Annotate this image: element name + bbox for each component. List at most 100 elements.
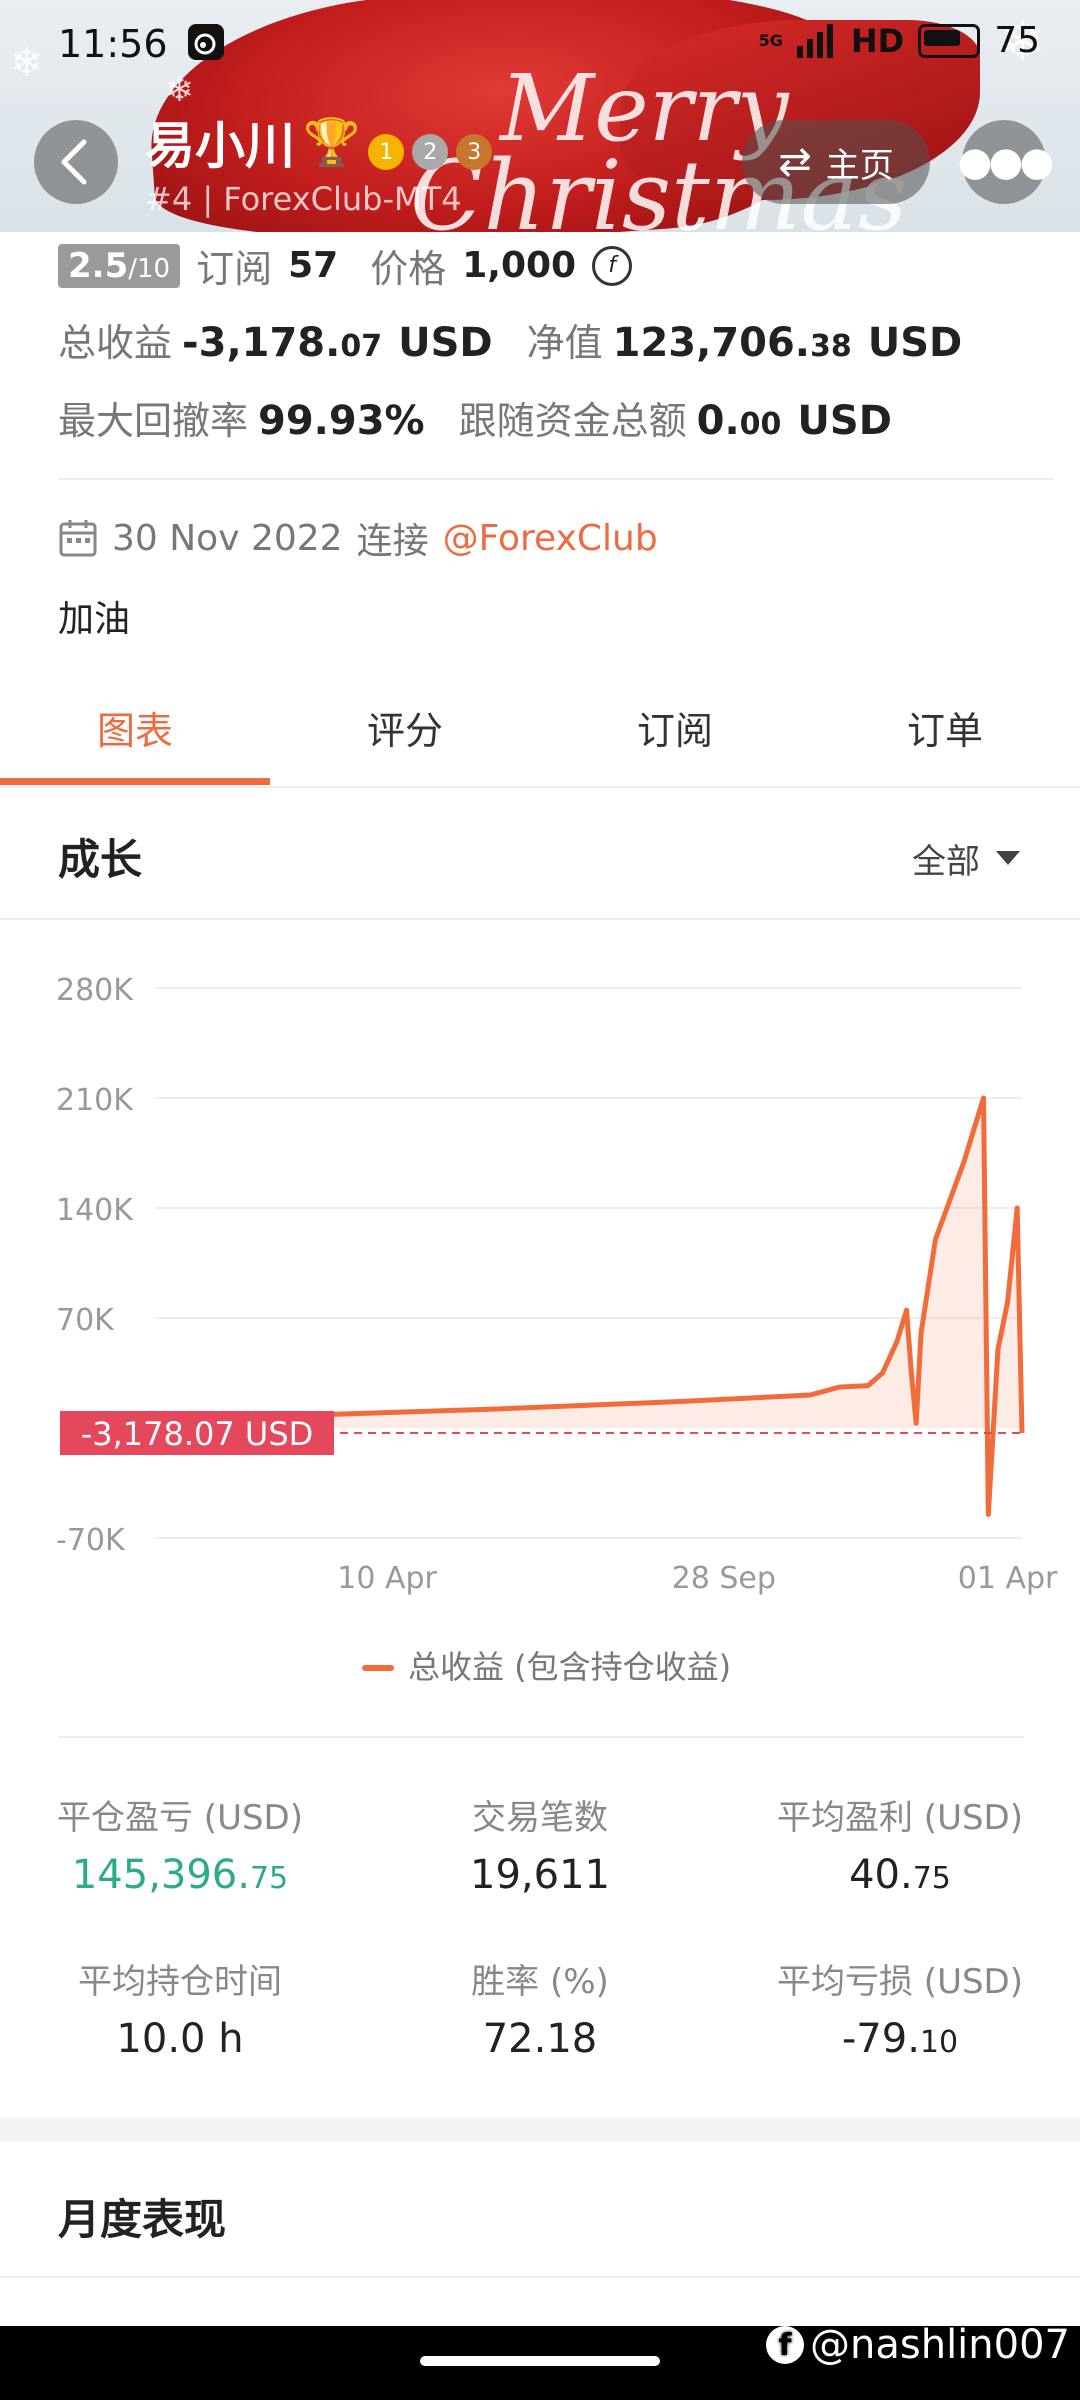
growth-title: 成长 <box>58 835 143 884</box>
legend-swatch <box>362 1665 394 1671</box>
hd-indicator: HD <box>850 21 905 60</box>
stat-value-main: 72.18 <box>482 2016 598 2062</box>
monthly-title: 月度表现 <box>58 2195 227 2244</box>
follow-decimals: 00 <box>739 407 782 442</box>
status-time: 11:56 <box>58 22 168 66</box>
status-indicators: 5G HD 75 <box>759 20 1040 61</box>
subscribe-label: 订阅 <box>196 247 273 291</box>
chevron-left-icon <box>61 139 87 185</box>
stat-value-decimals: 75 <box>249 1861 289 1896</box>
watermark: f @nashlin007 <box>766 2322 1070 2368</box>
rating-row: 2.5/10 订阅 57 价格 1,000 f <box>58 238 633 293</box>
x-tick-label: 28 Sep <box>672 1561 776 1596</box>
rating-max: /10 <box>128 253 171 284</box>
price-value: 1,000 <box>462 245 577 286</box>
stat-value: 19,611 <box>360 1852 720 1898</box>
stat-value: 145,396.75 <box>0 1852 360 1898</box>
price-label: 价格 <box>370 247 447 291</box>
stat-value-main: 145,396. <box>71 1852 250 1898</box>
stat-label: 平均亏损 (USD) <box>777 1962 1023 2002</box>
gold-medal-icon: 1 <box>368 134 405 170</box>
y-tick-label: 210K <box>56 1083 134 1118</box>
follow-main: 0. <box>696 398 740 444</box>
stat-value-main: 10.0 h <box>116 2016 244 2062</box>
equity-value: 123,706.38 <box>613 320 852 366</box>
weibo-notification-icon <box>188 24 224 60</box>
monthly-divider <box>0 2276 1080 2278</box>
connection-date: 30 Nov 2022 <box>112 517 343 559</box>
more-button[interactable]: ●●● <box>958 120 1054 204</box>
legend-label: 总收益 (包含持仓收益) <box>408 1648 731 1686</box>
battery-icon <box>918 23 981 58</box>
stat-value-decimals: 75 <box>912 1861 951 1896</box>
period-filter-label: 全部 <box>912 842 980 882</box>
broker-link[interactable]: @ForexClub <box>443 518 658 559</box>
trophy-icon: 🏆 <box>303 114 361 169</box>
home-indicator[interactable] <box>420 2356 660 2366</box>
total-profit-label: 总收益 <box>58 321 173 365</box>
y-tick-label: 140K <box>56 1193 134 1228</box>
drawdown-label: 最大回撤率 <box>58 399 249 443</box>
divider <box>58 478 1054 480</box>
trader-name-row: 易小川 🏆 1 2 3 <box>145 106 493 178</box>
stat-value: 40.75 <box>720 1852 1080 1898</box>
stat-label: 胜率 (%) <box>471 1962 609 2002</box>
section-spacer <box>0 2118 1080 2142</box>
stat-value-main: -79. <box>841 2016 920 2062</box>
equity-decimals: 38 <box>810 329 852 364</box>
trader-name: 易小川 <box>145 117 295 175</box>
follow-unit: USD <box>797 398 892 444</box>
total-profit-value: -3,178.07 <box>182 320 382 366</box>
stat-label: 平均持仓时间 <box>78 1962 282 2002</box>
stat-label: 交易笔数 <box>472 1798 608 1838</box>
bronze-medal-icon: 3 <box>456 134 493 170</box>
y-tick-label: -70K <box>56 1523 126 1558</box>
caret-down-icon <box>996 850 1020 865</box>
tab-rating[interactable]: 评分 <box>270 700 540 755</box>
total-profit-unit: USD <box>398 320 493 366</box>
trader-motto: 加油 <box>58 599 131 640</box>
home-button[interactable]: ⇄ 主页 <box>742 120 930 204</box>
back-button[interactable] <box>34 120 118 204</box>
profit-equity-row: 总收益 -3,178.07 USD 净值 123,706.38 USD <box>58 312 962 367</box>
network-type: 5G <box>758 31 783 50</box>
drawdown-value: 99.93% <box>258 398 425 444</box>
stat-value: -79.10 <box>720 2016 1080 2062</box>
rating-value: 2.5 <box>68 245 129 286</box>
tab-subscriptions[interactable]: 订阅 <box>540 700 810 755</box>
subscribe-count: 57 <box>288 245 339 286</box>
silver-medal-icon: 2 <box>412 134 449 170</box>
stat-value: 72.18 <box>360 2016 720 2062</box>
y-tick-label: 280K <box>56 973 134 1008</box>
signal-icon <box>796 23 833 58</box>
calendar-icon <box>59 520 97 557</box>
chart-divider <box>58 1736 1024 1738</box>
snowflake-icon: ❄ <box>10 40 44 86</box>
stat-label: 平仓盈亏 (USD) <box>57 1798 303 1838</box>
tabs-divider <box>0 786 1080 788</box>
period-filter-dropdown[interactable]: 全部 <box>912 834 1020 883</box>
y-tick-label: 70K <box>56 1303 115 1338</box>
home-label: 主页 <box>825 145 894 186</box>
growth-chart: 280K 210K 140K 70K -70K 10 Apr 28 Sep 01 Apr -3,… <box>56 973 1058 1686</box>
rating-badge: 2.5/10 <box>58 243 181 288</box>
coin-icon: f <box>592 245 633 286</box>
equity-label: 净值 <box>526 321 603 365</box>
watermark-text: @nashlin007 <box>810 2322 1070 2368</box>
connection-label: 连接 <box>356 521 429 562</box>
stat-value-main: 19,611 <box>470 1852 610 1898</box>
equity-unit: USD <box>867 320 963 366</box>
more-dots-icon: ●●● <box>957 139 1055 185</box>
swap-icon: ⇄ <box>778 139 812 185</box>
tab-orders[interactable]: 订单 <box>810 700 1080 755</box>
tab-chart[interactable]: 图表 <box>0 700 270 755</box>
stat-value: 10.0 h <box>0 2016 360 2062</box>
facebook-icon: f <box>766 2326 805 2364</box>
stat-value-decimals: 10 <box>919 2025 959 2060</box>
x-tick-label: 10 Apr <box>337 1561 437 1596</box>
equity-main: 123,706. <box>612 320 810 366</box>
x-tick-label: 01 Apr <box>958 1561 1058 1596</box>
drawdown-row: 最大回撤率 99.93% 跟随资金总额 0.00 USD <box>58 390 892 445</box>
battery-level: 75 <box>994 20 1040 61</box>
active-tab-indicator <box>0 778 270 785</box>
